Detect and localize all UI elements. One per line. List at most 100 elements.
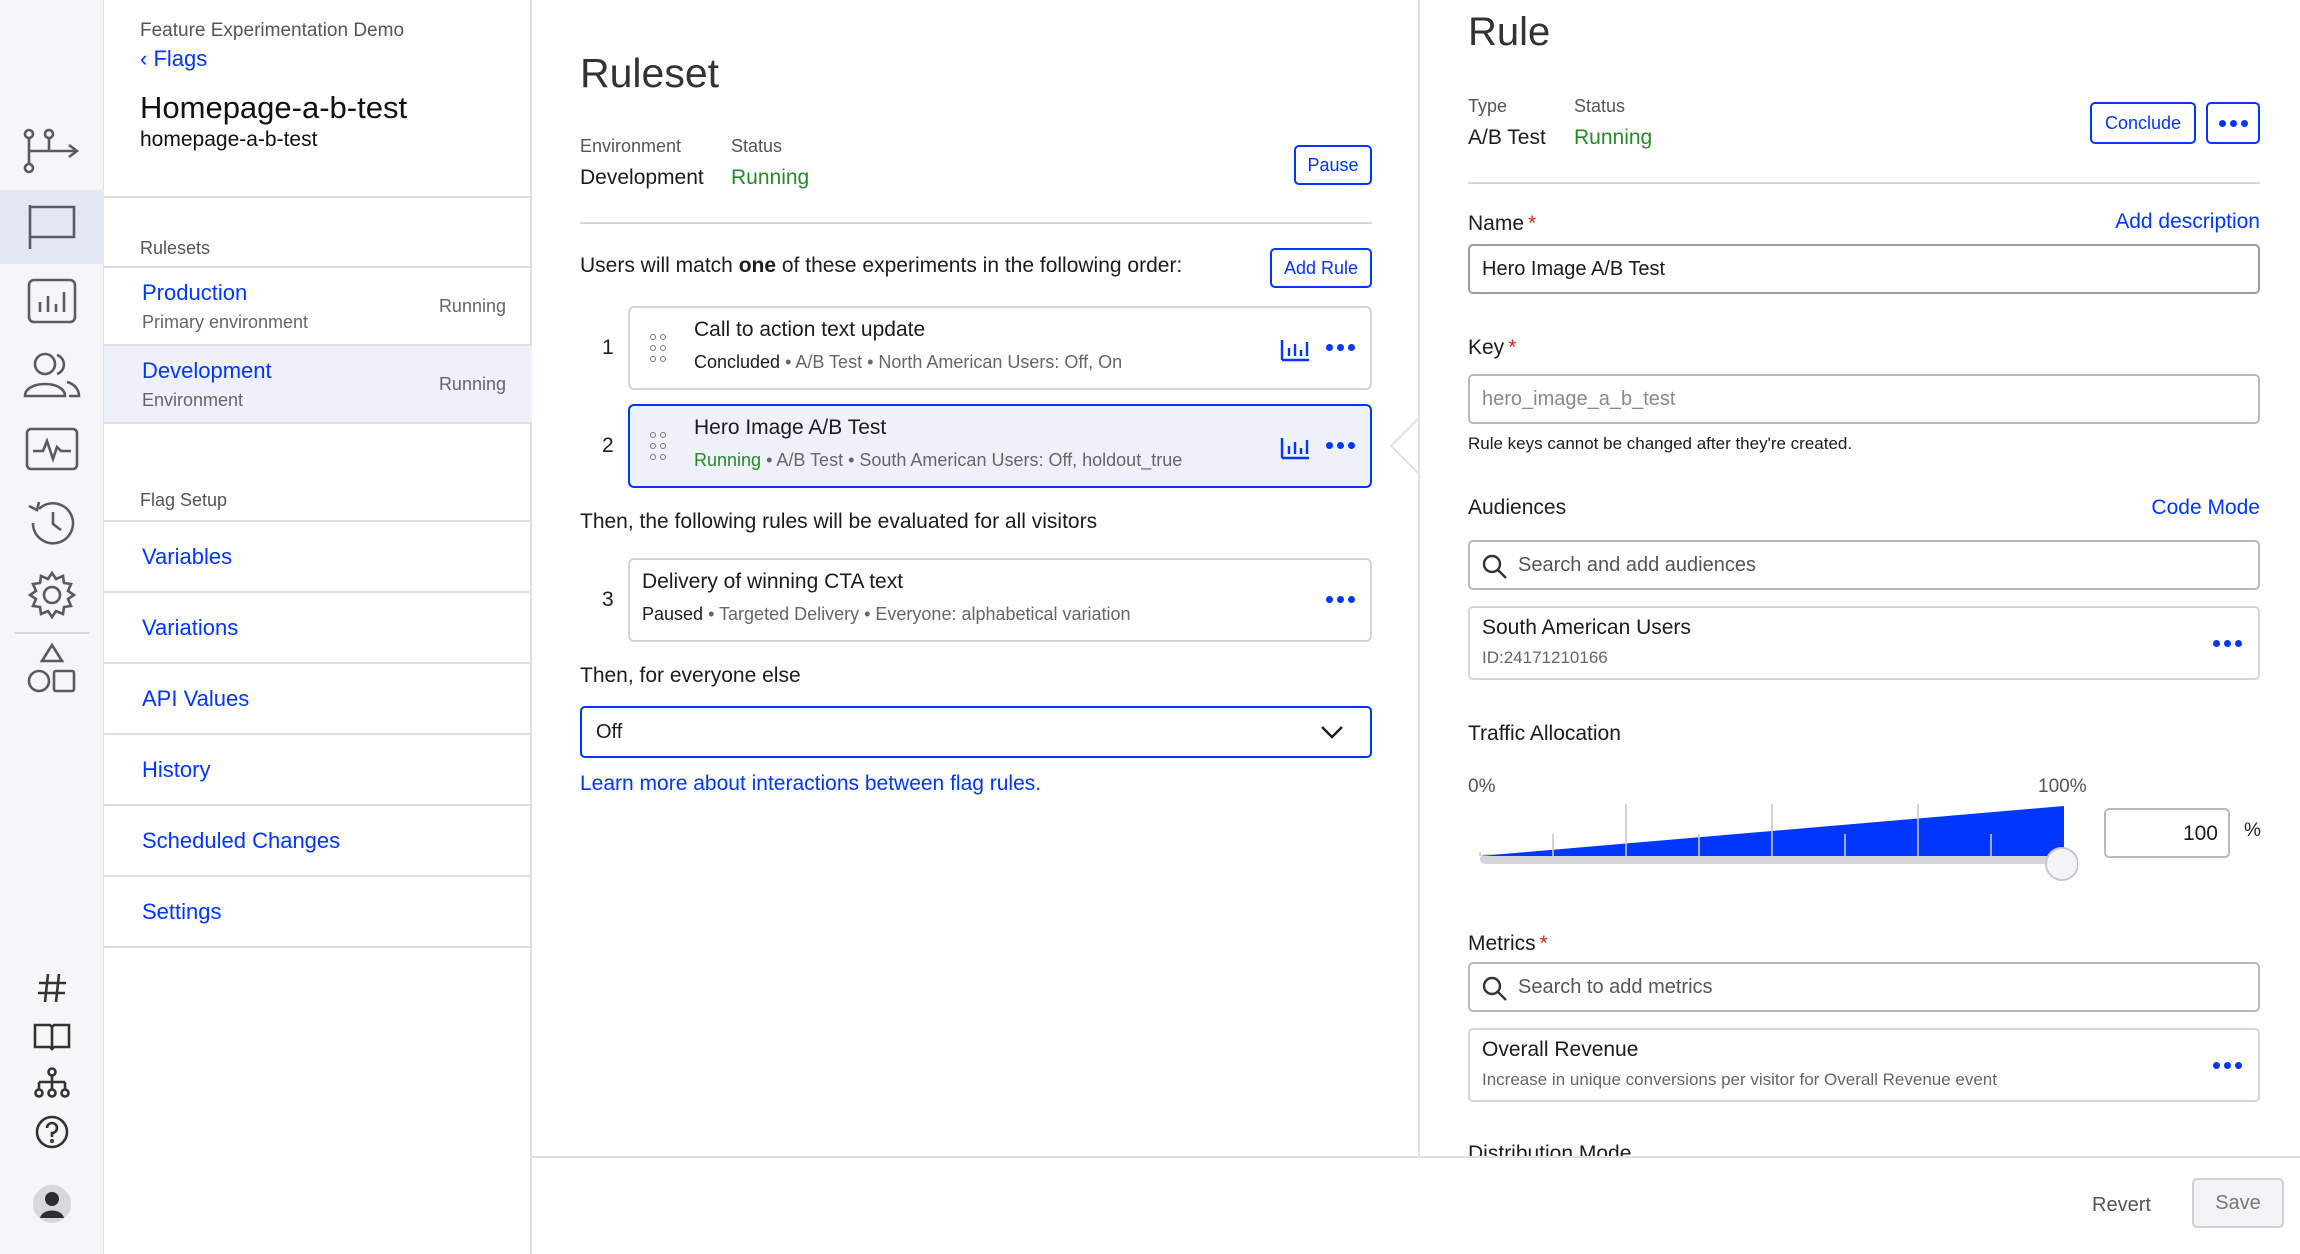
pause-button[interactable]: Pause	[1294, 145, 1372, 185]
flow-icon[interactable]	[0, 114, 104, 188]
input-placeholder: Search and add audiences	[1518, 554, 1756, 576]
history-icon[interactable]	[0, 486, 104, 560]
required-asterisk: *	[1539, 932, 1548, 955]
divider	[1468, 182, 2260, 184]
footer-action-bar: Revert Save	[532, 1156, 2300, 1254]
status-label: Status	[731, 136, 783, 156]
metrics-search-input[interactable]: Search to add metrics	[1468, 962, 2260, 1012]
traffic-allocation-label: Traffic Allocation	[1468, 722, 1621, 745]
more-options-icon[interactable]	[2213, 640, 2242, 647]
ruleset-name: Development	[142, 358, 272, 383]
key-hint: Rule keys cannot be changed after they'r…	[1468, 434, 1853, 453]
ruleset-item-production[interactable]: Production Primary environment Running	[104, 268, 532, 346]
setup-item-variations[interactable]: Variations	[104, 593, 532, 664]
rule-card-selected[interactable]: Hero Image A/B Test Running • A/B Test •…	[628, 404, 1372, 488]
status-value: Running	[731, 166, 810, 189]
rule-status: Concluded	[694, 352, 781, 372]
add-rule-button[interactable]: Add Rule	[1270, 248, 1372, 288]
audience-search-input[interactable]: Search and add audiences	[1468, 540, 2260, 590]
ruleset-item-development[interactable]: Development Environment Running	[104, 346, 532, 424]
monitor-pulse-icon[interactable]	[0, 412, 104, 486]
rule-meta-text: • A/B Test • North American Users: Off, …	[780, 352, 1123, 372]
project-name: Feature Experimentation Demo	[140, 20, 405, 41]
hash-icon[interactable]	[0, 964, 104, 1012]
results-chart-icon[interactable]	[1280, 436, 1310, 460]
rule-more-options-button[interactable]	[2206, 102, 2260, 144]
flag-title: Homepage-a-b-test	[140, 90, 408, 125]
percent-unit: %	[2244, 820, 2261, 841]
reports-chart-icon[interactable]	[0, 264, 104, 338]
input-value: Hero Image A/B Test	[1482, 258, 1666, 280]
environment-value: Development	[580, 166, 704, 189]
traffic-percentage-input[interactable]: 100	[2104, 808, 2230, 858]
name-label: Name *	[1468, 212, 1536, 236]
environment-label: Environment	[580, 136, 682, 156]
shapes-icon[interactable]	[0, 632, 104, 706]
input-placeholder: Search to add metrics	[1518, 976, 1713, 998]
then-all-visitors-text: Then, the following rules will be evalua…	[580, 510, 1098, 533]
setup-item-label: Variables	[142, 544, 233, 569]
back-to-flags-link[interactable]: ‹ Flags	[140, 46, 207, 72]
learn-more-link[interactable]: Learn more about interactions between fl…	[580, 772, 1041, 796]
divider	[580, 222, 1372, 224]
type-label: Type	[1468, 96, 1508, 116]
more-options-icon[interactable]	[1326, 344, 1355, 351]
ruleset-status: Running	[438, 374, 506, 394]
conclude-button[interactable]: Conclude	[2090, 102, 2196, 144]
setup-item-variables[interactable]: Variables	[104, 522, 532, 593]
save-button[interactable]: Save	[2192, 1178, 2284, 1228]
required-asterisk: *	[1508, 336, 1517, 359]
type-value: A/B Test	[1468, 126, 1546, 149]
audiences-icon[interactable]	[0, 338, 104, 412]
org-chart-icon[interactable]	[0, 1060, 104, 1108]
results-chart-icon[interactable]	[1280, 338, 1310, 362]
rule-meta: Paused • Targeted Delivery • Everyone: a…	[642, 604, 1131, 625]
traffic-min-label: 0%	[1468, 776, 1496, 797]
everyone-else-text: Then, for everyone else	[580, 664, 801, 687]
code-mode-link[interactable]: Code Mode	[2151, 496, 2260, 520]
setup-item-settings[interactable]: Settings	[104, 877, 532, 948]
rule-card[interactable]: Delivery of winning CTA text Paused • Ta…	[628, 558, 1372, 642]
flag-icon[interactable]	[0, 190, 104, 264]
drag-handle-icon[interactable]	[650, 334, 670, 364]
required-asterisk: *	[1528, 212, 1537, 235]
rule-key-input[interactable]: hero_image_a_b_test	[1468, 374, 2260, 424]
search-icon	[1482, 976, 1507, 1001]
ruleset-status: Running	[438, 296, 506, 316]
drag-handle-icon[interactable]	[650, 432, 670, 462]
metric-description: Increase in unique conversions per visit…	[1482, 1070, 1997, 1089]
metric-chip: Overall Revenue Increase in unique conve…	[1468, 1028, 2260, 1102]
match-text-pre: Users will match	[580, 254, 739, 277]
book-icon[interactable]	[0, 1012, 104, 1060]
settings-gear-icon[interactable]	[0, 558, 104, 632]
rule-card[interactable]: Call to action text update Concluded • A…	[628, 306, 1372, 390]
rule-order-number: 3	[602, 588, 614, 611]
left-rail	[0, 0, 104, 1254]
revert-button[interactable]: Revert	[2092, 1194, 2151, 1217]
help-icon[interactable]	[0, 1108, 104, 1156]
rule-heading: Rule	[1468, 10, 1551, 54]
setup-item-scheduled-changes[interactable]: Scheduled Changes	[104, 806, 532, 877]
add-description-link[interactable]: Add description	[2115, 210, 2260, 234]
more-options-icon[interactable]	[1326, 442, 1355, 449]
traffic-allocation-slider[interactable]	[1478, 800, 2078, 884]
more-options-icon[interactable]	[2213, 1062, 2242, 1069]
chevron-down-icon	[1321, 726, 1343, 739]
input-value: 100	[2182, 822, 2218, 845]
audience-chip: South American Users ID:24171210166	[1468, 606, 2260, 680]
more-options-icon	[2218, 119, 2248, 127]
setup-item-label: Variations	[142, 615, 239, 640]
status-value: Running	[1574, 126, 1653, 149]
status-label: Status	[1574, 96, 1626, 116]
ruleset-panel: Ruleset Environment Development Status R…	[532, 0, 1418, 1156]
divider	[104, 422, 532, 424]
setup-item-history[interactable]: History	[104, 735, 532, 806]
ruleset-subtitle: Primary environment	[142, 312, 309, 332]
rule-name-input[interactable]: Hero Image A/B Test	[1468, 244, 2260, 294]
everyone-else-select[interactable]: Off	[580, 706, 1372, 758]
key-label-text: Key	[1468, 336, 1505, 359]
setup-item-api-values[interactable]: API Values	[104, 664, 532, 735]
more-options-icon[interactable]	[1326, 596, 1355, 603]
flag-nav-panel: Feature Experimentation Demo ‹ Flags Hom…	[104, 0, 532, 1254]
user-avatar-icon[interactable]	[0, 1180, 104, 1228]
